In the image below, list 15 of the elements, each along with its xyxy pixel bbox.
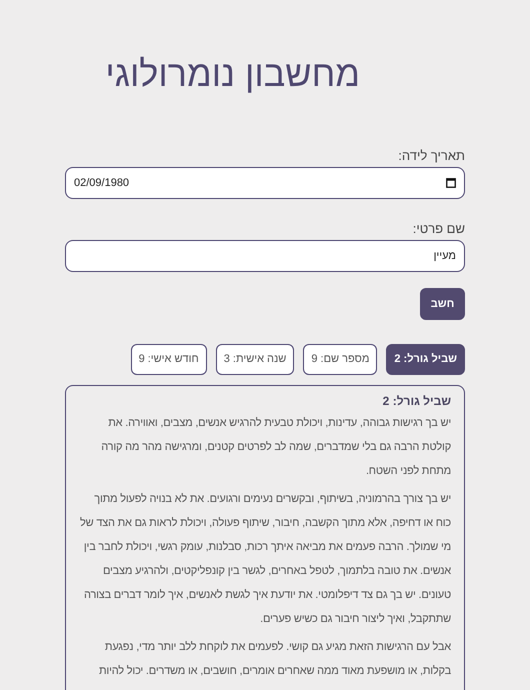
calendar-icon[interactable] bbox=[446, 178, 456, 188]
field-label: תאריך לידה: bbox=[397, 148, 465, 164]
result-paragraph: יש בך רגישות גבוהה, עדינות, ויכולת טבעית להרגיש אנשים, מצבים, ואווירה. את קולטת הרבה גם בלי שמדברים, שמה לב לפרטים קטנים, ומרגישה מהר מה קורה מתחת לפני השטח. bbox=[100, 416, 451, 479]
date-field[interactable]: 02/09/1980 bbox=[65, 167, 465, 199]
result-tab[interactable]: שנה אישית: 3 bbox=[216, 344, 294, 375]
result-tab[interactable]: חודש אישי: 9 bbox=[130, 344, 207, 375]
result-tab[interactable]: מספר שם: 9 bbox=[303, 344, 378, 375]
input-field[interactable]: מעיין bbox=[65, 240, 465, 272]
calculate-button[interactable]: חשב bbox=[420, 288, 465, 320]
result-paragraph: אבל עם הרגישות הזאת מגיע גם קושי. לפעמים את לוקחת ללב יותר מדי, נפגעת בקלות, או מושפעת מאוד ממה שאחרים אומרים, חושבים, או משדרים. יכול להיות bbox=[98, 640, 451, 679]
result-tab[interactable]: שביל גורל: 2 bbox=[386, 344, 465, 375]
result-paragraph: יש בך צורך בהרמוניה, בשיתוף, ובקשרים נעימים ורגועים. את לא בנויה לפעול מתוך כוח או דחיפה, אלא מתוך הקשבה, חיבור, שיתוף פעולה, ויכולת לראות גם את הצד של מי שמולך. הרבה פעמים את מביאה איתך רכות, סבלנות, עומק רגשי, ויכולת לחבר בין אנשים. את טובה בלתמוך, לטפל באחרים, לגשר בין קונפליקטים, ולהרגיע מצבים טעונים. יש בך גם צד דיפלומטי. את יודעת איך לגשת לאנשים, איך לומר דברים בצורה שתתקבל, ואיך ליצור חיבור גם כשיש פערים. bbox=[79, 492, 451, 627]
page-title: מחשבון נומרולוגי bbox=[105, 53, 360, 94]
result-heading: שביל גורל: 2 bbox=[382, 393, 451, 410]
field-label: שם פרטי: bbox=[412, 221, 465, 237]
